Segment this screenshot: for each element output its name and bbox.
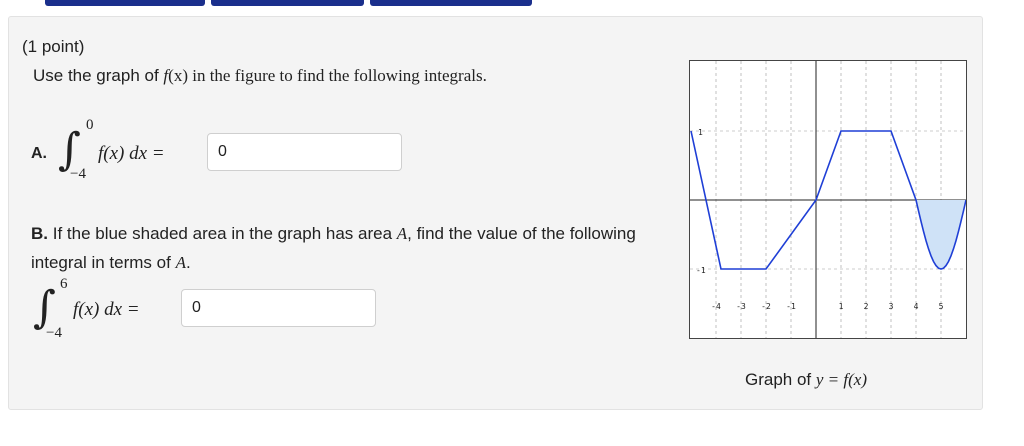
x-tick-label: -2	[761, 302, 771, 311]
part-b-text: B. If the blue shaded area in the graph …	[31, 219, 651, 277]
part-b-lower-limit: −4	[46, 325, 62, 341]
part-a-upper-limit: 0	[86, 117, 94, 133]
x-tick-label: 5	[939, 302, 944, 311]
part-a-label: A.	[31, 145, 47, 162]
part-b-text-1: If the blue shaded area in the graph has…	[48, 224, 397, 243]
nav-tab-2[interactable]	[211, 0, 364, 6]
part-b-integrand: f(x) dx =	[73, 299, 140, 321]
prompt-text-pre: Use the graph of	[33, 66, 164, 85]
x-tick-label: -4	[711, 302, 721, 311]
part-b-integrand-text: f(x) dx =	[73, 299, 140, 320]
part-a-lower-limit: −4	[70, 166, 86, 182]
graph-caption-math: y = f(x)	[815, 370, 867, 389]
graph-svg: 1 -1 -4 -3 -2 -1 1 2 3 4 5	[690, 61, 966, 338]
part-b-label: B.	[31, 224, 48, 243]
part-a-answer-input[interactable]	[207, 133, 402, 171]
points-label: (1 point)	[22, 37, 85, 56]
x-tick-label: 2	[864, 302, 869, 311]
shaded-area	[916, 200, 966, 269]
problem-prompt: Use the graph of f(x) in the figure to f…	[33, 66, 487, 86]
y-tick-label: 1	[698, 128, 703, 137]
x-tick-label: 1	[839, 302, 844, 311]
prompt-text-post: (x) in the figure to find the following …	[168, 66, 487, 85]
x-tick-label: -3	[736, 302, 746, 311]
part-b-text-3: .	[185, 253, 191, 272]
part-b-var-a2: A	[175, 253, 186, 272]
x-tick-label: 3	[889, 302, 894, 311]
graph-caption-prefix: Graph of	[745, 370, 816, 389]
part-b-answer-input[interactable]	[181, 289, 376, 327]
x-tick-label: -1	[786, 302, 796, 311]
part-b-upper-limit: 6	[60, 276, 68, 292]
nav-tab-1[interactable]	[45, 0, 205, 6]
x-tick-label: 4	[914, 302, 919, 311]
part-a-integrand: f(x) dx =	[98, 143, 165, 165]
graph-caption: Graph of y = f(x)	[745, 370, 867, 390]
function-graph: 1 -1 -4 -3 -2 -1 1 2 3 4 5	[689, 60, 967, 339]
integral-sign-b: ∫	[33, 282, 56, 333]
y-tick-label: -1	[696, 266, 706, 275]
part-a-integrand-text: f(x) dx =	[98, 143, 165, 164]
part-b-var-a: A	[396, 224, 408, 243]
nav-tab-3[interactable]	[370, 0, 532, 6]
